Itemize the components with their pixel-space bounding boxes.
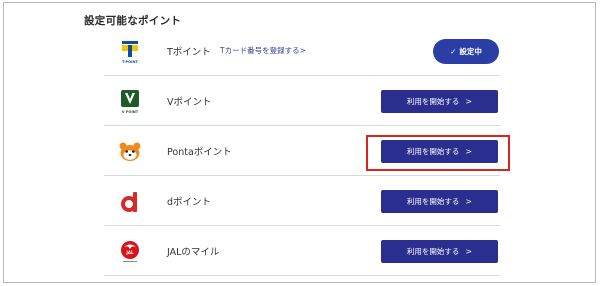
t-point-logo-icon: T-POINT [122,41,138,64]
t-point-logo-text: T-POINT [122,60,138,64]
chevron-right-icon: > [465,97,473,106]
register-t-card-link[interactable]: Tカード番号を登録する> [220,45,306,56]
chevron-right-icon: > [465,247,473,256]
point-row-t: T-POINT Tポイント Tカード番号を登録する> ✓ 設定中 [104,26,500,76]
point-name-jal: JALのマイル [167,247,220,258]
set-status-label: 設定中 [459,47,482,56]
start-v-point-button[interactable]: 利用を開始する > [381,90,498,113]
point-name-t: Tポイント [167,47,211,58]
highlight-box [366,135,510,171]
point-row-d: dポイント 利用を開始する > [104,176,500,226]
point-name-ponta: Pontaポイント [167,147,232,158]
chevron-right-icon: > [465,197,473,206]
start-d-point-button[interactable]: 利用を開始する > [381,190,498,213]
point-name-d: dポイント [167,197,212,208]
jal-logo-text: JAL [125,250,134,255]
jal-crane-logo-icon: JAL [121,241,139,262]
v-point-logo-text: V POINT [122,110,139,114]
check-icon: ✓ [450,47,457,56]
point-name-v: Vポイント [167,97,212,108]
d-point-logo-icon [121,192,137,212]
start-button-label: 利用を開始する [406,247,460,256]
v-point-logo-icon: V POINT [121,90,139,114]
point-row-jal: JAL JALのマイル 利用を開始する > [104,226,500,276]
point-row-v: V POINT Vポイント 利用を開始する > [104,76,500,126]
set-status-button[interactable]: ✓ 設定中 [433,39,499,64]
start-jal-mile-button[interactable]: 利用を開始する > [381,240,498,263]
ponta-raccoon-logo-icon [119,142,141,161]
start-button-label: 利用を開始する [406,197,460,206]
start-button-label: 利用を開始する [406,97,460,106]
